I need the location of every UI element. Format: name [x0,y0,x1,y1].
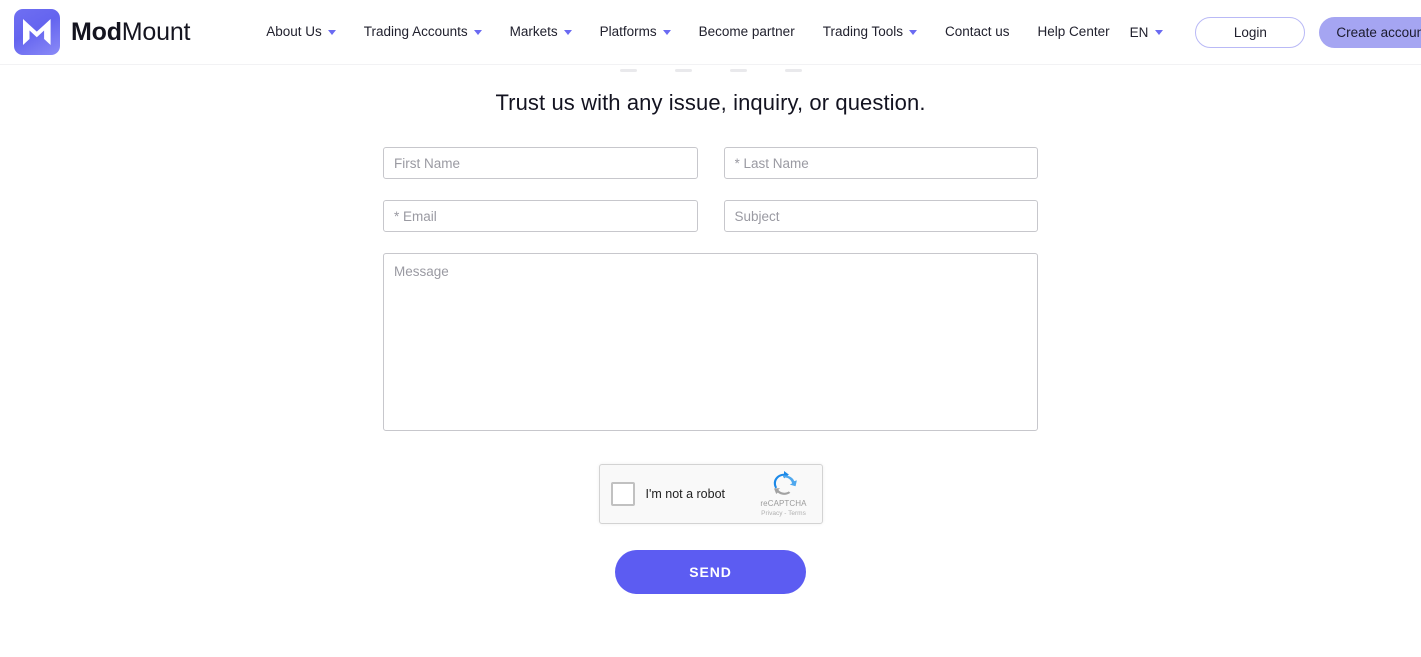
first-name-input[interactable] [383,147,698,179]
recaptcha-label: I'm not a robot [645,487,726,501]
form-row-email-subject [383,200,1038,232]
create-account-button[interactable]: Create account [1319,16,1421,48]
email-field-wrapper [383,200,698,232]
nav-item-help-center[interactable]: Help Center [1024,17,1124,47]
recaptcha-legal-links: Privacy - Terms [761,509,806,518]
message-textarea[interactable] [383,253,1038,431]
chevron-down-icon [563,30,572,35]
chevron-down-icon [662,30,671,35]
nav-item-platforms[interactable]: Platforms [586,17,685,47]
brand-name-bold: Mod [71,17,122,46]
page-title: Trust us with any issue, inquiry, or que… [495,90,926,115]
message-field-wrapper [383,253,1038,436]
brand-name-light: Mount [121,17,191,46]
nav-item-trading-tools[interactable]: Trading Tools [809,17,931,47]
nav-item-label: Become partner [698,24,795,40]
brand-logo-link[interactable]: ModMount [14,9,190,55]
chevron-down-icon [327,30,336,35]
email-input[interactable] [383,200,698,232]
recaptcha-widget[interactable]: I'm not a robot reCAPTCHA Privacy - Term… [598,464,823,524]
modmount-m-logo-icon [14,9,60,55]
last-name-input[interactable] [723,147,1038,179]
subject-field-wrapper [723,200,1038,232]
nav-item-label: Help Center [1037,24,1110,40]
nav-item-label: Platforms [599,24,657,40]
nav-item-contact-us[interactable]: Contact us [931,17,1024,47]
recaptcha-separator: - [784,509,787,517]
nav-item-about-us[interactable]: About Us [252,17,350,47]
language-selector[interactable]: EN [1124,17,1170,48]
page-content: Trust us with any issue, inquiry, or que… [0,65,1421,657]
chevron-down-icon [1155,30,1164,35]
nav-item-label: Trading Accounts [363,24,468,40]
chevron-down-icon [909,30,917,35]
subject-input[interactable] [723,200,1038,232]
nav-item-label: Trading Tools [822,24,903,40]
contact-form: I'm not a robot reCAPTCHA Privacy - Term… [383,116,1038,594]
form-row-names [383,147,1038,179]
send-button-container: SEND [383,550,1038,594]
recaptcha-checkbox[interactable] [610,482,635,506]
recaptcha-logo-icon [773,470,797,495]
form-row-message [383,253,1038,436]
login-button[interactable]: Login [1195,16,1306,48]
first-name-field-wrapper [383,147,698,179]
recaptcha-branding: reCAPTCHA Privacy - Terms [756,470,812,518]
nav-item-label: Markets [509,24,558,40]
last-name-field-wrapper [723,147,1038,179]
nav-item-label: About Us [266,24,322,40]
nav-item-become-partner[interactable]: Become partner [685,17,809,47]
brand-wordmark: ModMount [71,17,191,46]
send-button[interactable]: SEND [615,550,806,594]
recaptcha-terms-link[interactable]: Terms [788,510,806,517]
recaptcha-brand-name: reCAPTCHA [760,498,807,508]
nav-item-trading-accounts[interactable]: Trading Accounts [350,17,496,47]
header-actions: EN Login Create account [1124,16,1421,48]
recaptcha-privacy-link[interactable]: Privacy [761,510,782,517]
main-navigation: About Us Trading Accounts Markets Platfo… [252,17,1123,47]
chevron-down-icon [473,30,482,35]
nav-item-label: Contact us [945,24,1010,40]
recaptcha-container: I'm not a robot reCAPTCHA Privacy - Term… [383,464,1038,524]
site-header: ModMount About Us Trading Accounts Marke… [0,0,1421,65]
language-selector-label: EN [1129,24,1149,40]
nav-item-markets[interactable]: Markets [496,17,586,47]
